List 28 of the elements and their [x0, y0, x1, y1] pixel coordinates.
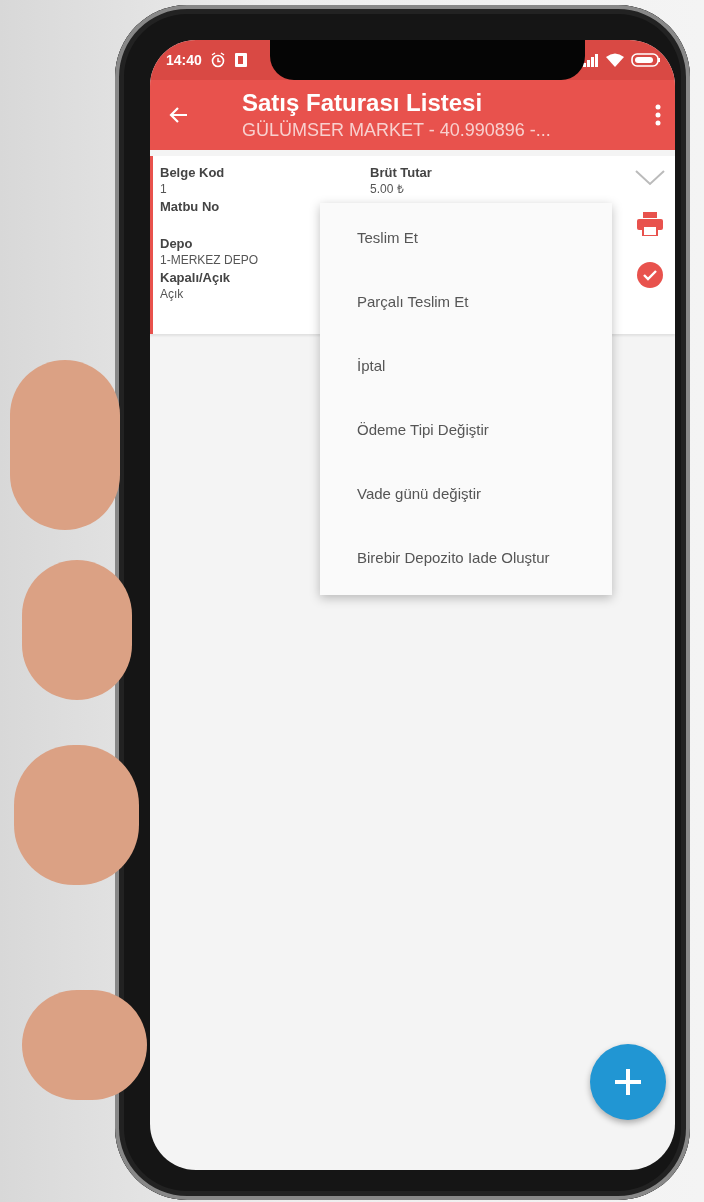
more-options-icon	[655, 104, 661, 126]
battery-icon	[631, 53, 661, 67]
field-label: Matbu No	[160, 198, 221, 215]
screen-subtitle: GÜLÜMSER MARKET - 40.990896 -...	[242, 120, 552, 141]
field-label: Brüt Tutar	[370, 164, 433, 181]
field-value: 1	[160, 181, 168, 198]
plus-icon	[613, 1067, 643, 1097]
menu-item[interactable]: Vade günü değiştir	[320, 461, 612, 525]
clock-time: 14:40	[166, 52, 202, 68]
printer-icon[interactable]	[637, 212, 663, 236]
chevron-down-icon[interactable]	[635, 170, 665, 186]
field-label: Kapalı/Açık	[160, 269, 232, 286]
menu-item[interactable]: Parçalı Teslim Et	[320, 269, 612, 333]
add-button[interactable]	[590, 1044, 666, 1120]
check-circle-icon[interactable]	[637, 262, 663, 288]
screen-title: Satış Faturası Listesi	[242, 89, 484, 117]
back-arrow-icon	[168, 106, 188, 124]
signal-icon	[583, 53, 599, 67]
menu-item[interactable]: Ödeme Tipi Değiştir	[320, 397, 612, 461]
field-label: Belge Kod	[160, 164, 226, 181]
menu-item[interactable]: Birebir Depozito Iade Oluştur	[320, 525, 612, 589]
wifi-icon	[606, 53, 624, 67]
app-notification-icon	[233, 52, 248, 68]
menu-item[interactable]: İptal	[320, 333, 612, 397]
alarm-clock-icon	[209, 52, 226, 68]
menu-item[interactable]: Teslim Et	[320, 205, 612, 269]
field-value: 1-MERKEZ DEPO	[160, 252, 259, 269]
field-value: 5.00 ₺	[370, 181, 405, 198]
